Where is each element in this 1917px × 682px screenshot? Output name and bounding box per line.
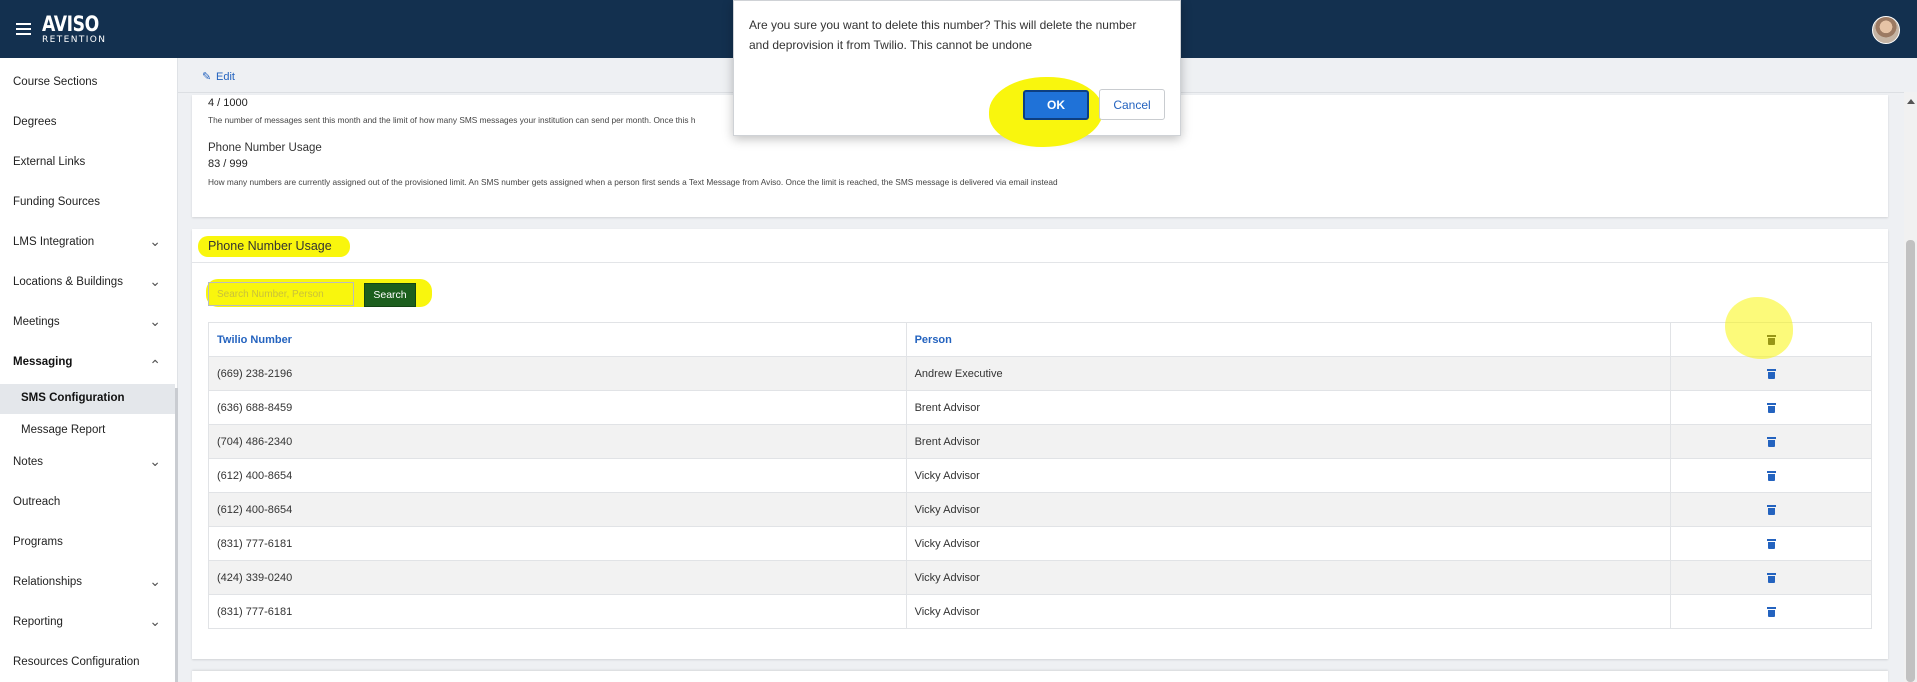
cell-person: Brent Advisor: [905, 424, 1672, 459]
cell-delete: [1670, 458, 1872, 493]
table-row: (424) 339-0240 Vicky Advisor: [208, 560, 1872, 595]
trash-icon[interactable]: [1766, 436, 1776, 447]
search-button[interactable]: Search: [364, 283, 416, 307]
phone-number-usage-card: Phone Number Usage Search Twilio Number …: [192, 229, 1888, 659]
sidebar-item-lms-integration[interactable]: LMS Integration ⌄: [0, 224, 175, 264]
card-title: Phone Number Usage: [208, 239, 332, 253]
sidebar-item-relationships[interactable]: Relationships ⌄: [0, 564, 175, 604]
cell-delete: [1670, 492, 1872, 527]
user-avatar[interactable]: [1872, 16, 1900, 44]
cell-number: (831) 777-6181: [208, 526, 907, 561]
sidebar-item-message-report[interactable]: Message Report: [0, 416, 175, 446]
sidebar-item-messaging[interactable]: Messaging ⌃: [0, 344, 175, 384]
card-header: Phone Number Usage: [192, 229, 1888, 263]
chevron-down-icon: ⌄: [149, 273, 161, 289]
cell-number: (612) 400-8654: [208, 492, 907, 527]
cell-person: Vicky Advisor: [905, 594, 1672, 629]
chevron-down-icon: ⌄: [149, 313, 161, 329]
phone-usage-description: How many numbers are currently assigned …: [208, 177, 1058, 187]
cell-number: (424) 339-0240: [208, 560, 907, 595]
sidebar-item-notes[interactable]: Notes ⌄: [0, 444, 175, 484]
cell-delete: [1670, 356, 1872, 391]
table-row: (831) 777-6181 Vicky Advisor: [208, 594, 1872, 629]
logo[interactable]: AVISO RETENTION: [42, 13, 111, 45]
table-row: (704) 486-2340 Brent Advisor: [208, 424, 1872, 459]
ok-button[interactable]: OK: [1023, 90, 1089, 120]
sidebar-item-meetings[interactable]: Meetings ⌄: [0, 304, 175, 344]
phone-numbers-table: Twilio Number Person (669) 238-2196 Andr…: [208, 322, 1872, 629]
column-header-twilio-number[interactable]: Twilio Number: [208, 322, 907, 357]
cell-number: (612) 400-8654: [208, 458, 907, 493]
messages-usage-value: 4 / 1000: [208, 97, 248, 109]
cell-delete: [1670, 560, 1872, 595]
sidebar-scrollbar[interactable]: [175, 388, 178, 682]
chevron-down-icon: ⌄: [149, 613, 161, 629]
table-header-row: Twilio Number Person: [208, 322, 1872, 357]
table-row: (669) 238-2196 Andrew Executive: [208, 356, 1872, 391]
sidebar-item-external-links[interactable]: External Links: [0, 144, 175, 184]
trash-icon[interactable]: [1766, 504, 1776, 515]
cell-delete: [1670, 526, 1872, 561]
cell-person: Vicky Advisor: [905, 526, 1672, 561]
trash-icon[interactable]: [1766, 538, 1776, 549]
cell-delete: [1670, 390, 1872, 425]
cell-number: (669) 238-2196: [208, 356, 907, 391]
search-input[interactable]: [208, 282, 354, 306]
cell-number: (636) 688-8459: [208, 390, 907, 425]
phone-usage-value: 83 / 999: [208, 158, 248, 170]
hamburger-menu-icon[interactable]: [16, 23, 31, 35]
cell-number: (704) 486-2340: [208, 424, 907, 459]
phone-usage-heading: Phone Number Usage: [208, 142, 322, 154]
cell-person: Brent Advisor: [905, 390, 1672, 425]
sidebar-item-locations-buildings[interactable]: Locations & Buildings ⌄: [0, 264, 175, 304]
scrollbar-thumb[interactable]: [1906, 240, 1915, 682]
confirm-delete-dialog: Are you sure you want to delete this num…: [733, 0, 1181, 147]
cell-number: (831) 777-6181: [208, 594, 907, 629]
chevron-up-icon: ⌃: [149, 357, 161, 373]
cancel-button[interactable]: Cancel: [1099, 89, 1165, 120]
cell-person: Vicky Advisor: [905, 560, 1672, 595]
pencil-icon: ✎: [202, 71, 212, 83]
cell-delete: [1670, 424, 1872, 459]
dialog-message: Are you sure you want to delete this num…: [749, 18, 1137, 52]
chevron-down-icon: ⌄: [149, 453, 161, 469]
trash-icon[interactable]: [1766, 470, 1776, 481]
sidebar-item-course-sections[interactable]: Course Sections: [0, 64, 175, 104]
table-row: (612) 400-8654 Vicky Advisor: [208, 492, 1872, 527]
table-row: (831) 777-6181 Vicky Advisor: [208, 526, 1872, 561]
scroll-up-icon[interactable]: [1907, 99, 1915, 104]
table-row: (612) 400-8654 Vicky Advisor: [208, 458, 1872, 493]
trash-icon[interactable]: [1766, 402, 1776, 413]
highlight-mark: [1725, 297, 1793, 359]
next-card: [192, 671, 1888, 682]
cell-person: Vicky Advisor: [905, 458, 1672, 493]
cell-person: Vicky Advisor: [905, 492, 1672, 527]
trash-icon[interactable]: [1766, 368, 1776, 379]
table-row: (636) 688-8459 Brent Advisor: [208, 390, 1872, 425]
sidebar-item-reporting[interactable]: Reporting ⌄: [0, 604, 175, 644]
trash-icon[interactable]: [1766, 572, 1776, 583]
sidebar-item-resources-configuration[interactable]: Resources Configuration: [0, 644, 175, 682]
sidebar-item-outreach[interactable]: Outreach: [0, 484, 175, 524]
cell-person: Andrew Executive: [905, 356, 1672, 391]
trash-icon[interactable]: [1766, 606, 1776, 617]
sidebar-item-degrees[interactable]: Degrees: [0, 104, 175, 144]
cell-delete: [1670, 594, 1872, 629]
sidebar-item-sms-configuration[interactable]: SMS Configuration: [0, 384, 175, 414]
page-scrollbar[interactable]: [1904, 92, 1917, 682]
chevron-down-icon: ⌄: [149, 573, 161, 589]
sidebar: Course Sections Degrees External Links F…: [0, 58, 178, 682]
chevron-down-icon: ⌄: [149, 233, 161, 249]
sidebar-item-funding-sources[interactable]: Funding Sources: [0, 184, 175, 224]
column-header-person[interactable]: Person: [905, 322, 1672, 357]
messages-usage-description: The number of messages sent this month a…: [208, 115, 696, 125]
sidebar-item-programs[interactable]: Programs: [0, 524, 175, 564]
